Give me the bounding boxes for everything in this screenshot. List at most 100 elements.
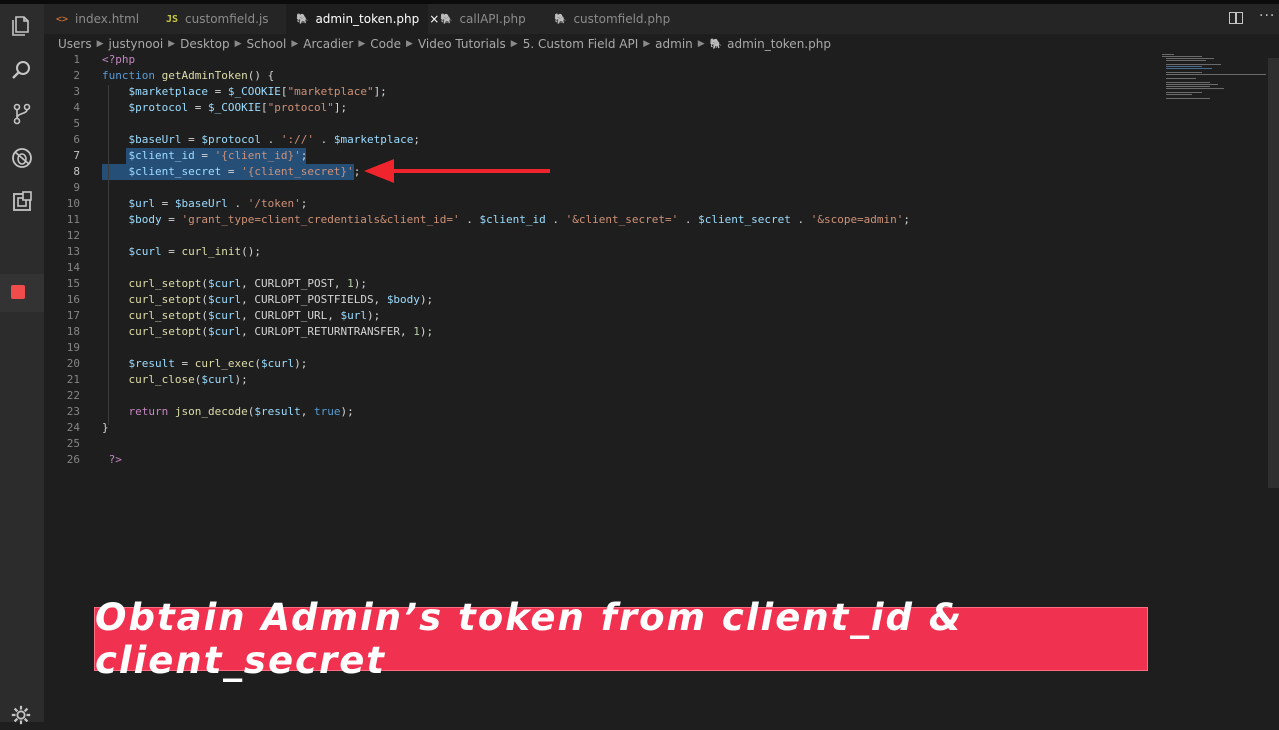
stop-icon <box>11 285 25 299</box>
activity-bar <box>0 4 44 725</box>
code-line[interactable]: 2 function getAdminToken() { <box>44 68 1144 84</box>
tab-customfield-php[interactable]: 🐘 customfield.php <box>554 4 684 34</box>
line-number: 3 <box>73 85 80 98</box>
code-text: $client_id = '{client_id}'; <box>128 149 308 162</box>
code-text: $marketplace = $_COOKIE["marketplace"]; <box>128 85 387 98</box>
stop-recording-button[interactable] <box>0 274 44 312</box>
code-line[interactable]: 20 $result = curl_exec($curl); <box>44 356 1144 372</box>
code-text: $url = $baseUrl . '/token'; <box>128 197 308 210</box>
tab-callapi-php[interactable]: 🐘 callAPI.php <box>440 4 550 34</box>
code-text: curl_setopt($curl, CURLOPT_URL, $url); <box>128 309 381 322</box>
code-text: $baseUrl = $protocol . '://' . $marketpl… <box>128 133 420 146</box>
breadcrumb-item[interactable]: admin_token.php <box>727 37 831 51</box>
code-line[interactable]: 16 curl_setopt($curl, CURLOPT_POSTFIELDS… <box>44 292 1144 308</box>
code-line[interactable]: 24} <box>44 420 1144 436</box>
code-line[interactable]: 4 $protocol = $_COOKIE["protocol"]; <box>44 100 1144 116</box>
breadcrumb-item[interactable]: Code <box>370 37 401 51</box>
breadcrumb-item[interactable]: School <box>247 37 287 51</box>
code-text: curl_close($curl); <box>128 373 248 386</box>
code-line[interactable]: 15 curl_setopt($curl, CURLOPT_POST, 1); <box>44 276 1144 292</box>
code-line[interactable]: 21 curl_close($curl); <box>44 372 1144 388</box>
breadcrumb-item[interactable]: Users <box>58 37 92 51</box>
php-file-icon: 🐘 <box>709 38 723 50</box>
tab-label: callAPI.php <box>459 12 526 26</box>
line-number: 2 <box>73 69 80 82</box>
code-line[interactable]: 14 <box>44 260 1144 276</box>
tab-admin-token-php[interactable]: 🐘 admin_token.php × <box>286 4 439 34</box>
code-line[interactable]: 1 <?php <box>44 52 1144 68</box>
code-line[interactable]: 8 $client_secret = '{client_secret}'; <box>44 164 1144 180</box>
code-line[interactable]: 17 curl_setopt($curl, CURLOPT_URL, $url)… <box>44 308 1144 324</box>
line-number: 19 <box>66 341 80 354</box>
tab-label: admin_token.php <box>315 12 420 26</box>
breadcrumb-item[interactable]: Desktop <box>180 37 230 51</box>
line-number: 5 <box>73 117 80 130</box>
tab-label: customfield.js <box>185 12 269 26</box>
code-line[interactable]: 19 <box>44 340 1144 356</box>
extensions-icon[interactable] <box>8 188 36 216</box>
line-number: 13 <box>66 245 80 258</box>
gear-icon[interactable] <box>10 704 32 726</box>
code-text: $protocol = $_COOKIE["protocol"]; <box>128 101 348 114</box>
code-text: } <box>102 421 109 434</box>
line-number: 24 <box>66 421 80 434</box>
chevron-right-icon: ▶ <box>406 39 413 49</box>
line-number: 11 <box>66 213 80 226</box>
chevron-right-icon: ▶ <box>96 39 104 49</box>
source-control-icon[interactable] <box>8 100 36 128</box>
line-number: 6 <box>73 133 80 146</box>
chevron-right-icon: ▶ <box>358 39 366 49</box>
line-number: 8 <box>73 165 80 178</box>
php-file-icon: 🐘 <box>296 13 309 25</box>
line-number: 10 <box>66 197 80 210</box>
line-number: 15 <box>66 277 80 290</box>
line-number: 23 <box>66 405 80 418</box>
code-text: $result = curl_exec($curl); <box>128 357 308 370</box>
code-line[interactable]: 26 ?> <box>44 452 1144 468</box>
code-line[interactable]: 11 $body = 'grant_type=client_credential… <box>44 212 1144 228</box>
code-line[interactable]: 5 <box>44 116 1144 132</box>
code-line[interactable]: 22 <box>44 388 1144 404</box>
line-number: 12 <box>66 229 80 242</box>
js-file-icon: JS <box>166 13 179 25</box>
code-line[interactable]: 18 curl_setopt($curl, CURLOPT_RETURNTRAN… <box>44 324 1144 340</box>
files-icon[interactable] <box>8 12 36 40</box>
line-number: 1 <box>73 53 80 66</box>
html-file-icon: <> <box>56 13 69 25</box>
code-line[interactable]: 13 $curl = curl_init(); <box>44 244 1144 260</box>
more-actions-icon[interactable]: ··· <box>1259 8 1275 24</box>
code-line[interactable]: 25 <box>44 436 1144 452</box>
code-text: curl_setopt($curl, CURLOPT_POSTFIELDS, $… <box>128 293 434 306</box>
breadcrumb-item[interactable]: 5. Custom Field API <box>523 37 639 51</box>
line-number: 17 <box>66 309 80 322</box>
breadcrumb: Users ▶ justynooi ▶ Desktop ▶ School ▶ Arcad… <box>58 36 831 52</box>
close-icon[interactable]: × <box>429 12 439 26</box>
breadcrumb-item[interactable]: Arcadier <box>303 37 353 51</box>
code-text: function getAdminToken() { <box>102 69 275 82</box>
breadcrumb-item[interactable]: justynooi <box>109 37 164 51</box>
php-file-icon: 🐘 <box>440 13 453 25</box>
code-line[interactable]: 7 $client_id = '{client_id}'; <box>44 148 1144 164</box>
breadcrumb-item[interactable]: Video Tutorials <box>418 37 506 51</box>
search-icon[interactable] <box>8 56 36 84</box>
code-text: curl_setopt($curl, CURLOPT_POST, 1); <box>128 277 367 290</box>
code-line[interactable]: 23 return json_decode($result, true); <box>44 404 1144 420</box>
split-editor-icon[interactable] <box>1229 12 1243 24</box>
vertical-scrollbar[interactable] <box>1268 58 1279 488</box>
line-number: 4 <box>73 101 80 114</box>
code-line[interactable]: 6 $baseUrl = $protocol . '://' . $market… <box>44 132 1144 148</box>
code-line[interactable]: 12 <box>44 228 1144 244</box>
code-line[interactable]: 9 <box>44 180 1144 196</box>
tab-index-html[interactable]: <> index.html <box>56 4 166 34</box>
tab-label: index.html <box>75 12 140 26</box>
tab-label: customfield.php <box>573 12 671 26</box>
code-text: $client_secret = '{client_secret}'; <box>128 165 361 178</box>
debug-icon[interactable] <box>8 144 36 172</box>
code-line[interactable]: 10 $url = $baseUrl . '/token'; <box>44 196 1144 212</box>
tab-customfield-js[interactable]: JS customfield.js <box>166 4 286 34</box>
breadcrumb-item[interactable]: admin <box>655 37 693 51</box>
line-number: 25 <box>66 437 80 450</box>
minimap[interactable] <box>1160 52 1270 102</box>
code-line[interactable]: 3 $marketplace = $_COOKIE["marketplace"]… <box>44 84 1144 100</box>
chevron-right-icon: ▶ <box>643 39 651 49</box>
